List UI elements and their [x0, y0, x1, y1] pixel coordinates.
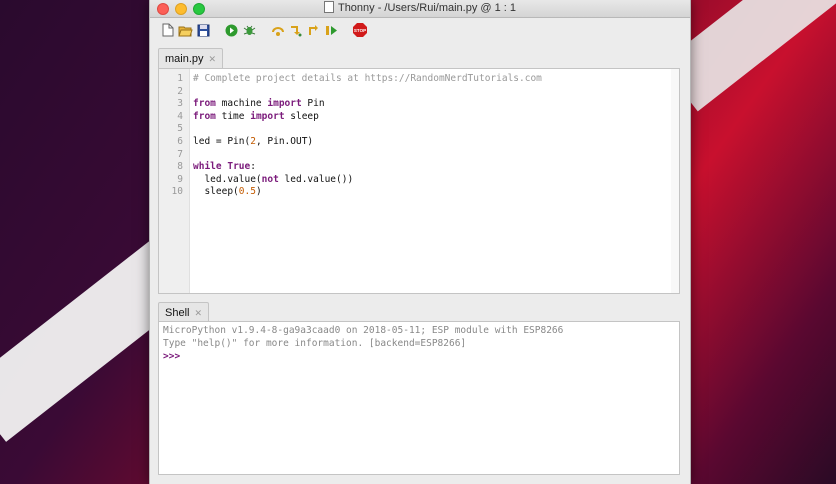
code-line[interactable]: while True:	[193, 161, 679, 174]
code-area[interactable]: # Complete project details at https://Ra…	[193, 73, 679, 199]
step-over-icon	[271, 26, 284, 36]
code-line[interactable]: led.value(not led.value())	[193, 174, 679, 187]
maximize-window-button[interactable]	[193, 3, 205, 15]
document-icon	[323, 1, 334, 13]
save-file-button[interactable]	[196, 23, 211, 38]
stop-button[interactable]: STOP	[352, 23, 367, 38]
stop-icon: STOP	[352, 23, 367, 37]
tab-label: main.py	[165, 53, 204, 65]
step-over-button[interactable]	[270, 23, 285, 38]
open-file-button[interactable]	[178, 23, 193, 38]
resume-button[interactable]	[324, 23, 339, 38]
step-into-icon	[290, 25, 301, 36]
shell-output-line: MicroPython v1.9.4-8-ga9a3caad0 on 2018-…	[163, 325, 564, 336]
new-file-icon	[162, 23, 173, 37]
shell-panel[interactable]: MicroPython v1.9.4-8-ga9a3caad0 on 2018-…	[158, 321, 680, 475]
svg-text:STOP: STOP	[353, 28, 365, 33]
line-number: 8	[177, 161, 183, 173]
tab-main-py[interactable]: main.py ✕	[158, 48, 224, 69]
code-line[interactable]	[193, 149, 679, 162]
thonny-window: Thonny - /Users/Rui/main.py @ 1 : 1 STOP…	[149, 0, 691, 484]
line-number-gutter: 1 2 3 4 5 6 7 8 9 10	[159, 69, 190, 293]
step-into-button[interactable]	[288, 23, 303, 38]
shell-output-line: Type "help()" for more information. [bac…	[163, 338, 467, 349]
line-number: 3	[177, 98, 183, 110]
code-line[interactable]: from machine import Pin	[193, 98, 679, 111]
shell-tab-strip: Shell ✕	[158, 302, 210, 323]
title-bar[interactable]: Thonny - /Users/Rui/main.py @ 1 : 1	[150, 0, 690, 18]
editor-scrollbar[interactable]	[671, 69, 679, 293]
open-file-icon	[178, 26, 193, 36]
minimize-window-button[interactable]	[175, 3, 187, 15]
code-line[interactable]: # Complete project details at https://Ra…	[193, 73, 679, 86]
window-controls	[157, 3, 205, 15]
window-title: Thonny - /Users/Rui/main.py @ 1 : 1	[337, 2, 517, 14]
line-number: 2	[177, 85, 183, 97]
run-icon	[225, 24, 238, 36]
save-file-icon	[197, 24, 210, 36]
debug-icon	[243, 25, 256, 35]
step-out-button[interactable]	[306, 23, 321, 38]
code-editor[interactable]: 1 2 3 4 5 6 7 8 9 10 # Complete project details a…	[158, 68, 680, 294]
code-line[interactable]	[193, 123, 679, 136]
line-number: 10	[171, 186, 183, 198]
line-number: 6	[177, 135, 183, 147]
tab-shell[interactable]: Shell ✕	[158, 302, 210, 323]
code-line[interactable]: from time import sleep	[193, 111, 679, 124]
tab-label: Shell	[165, 307, 190, 319]
shell-prompt[interactable]: >>>	[159, 350, 679, 363]
new-file-button[interactable]	[160, 23, 175, 38]
code-line[interactable]	[193, 86, 679, 99]
line-number: 9	[177, 173, 183, 185]
code-line[interactable]: sleep(0.5)	[193, 186, 679, 199]
run-button[interactable]	[224, 23, 239, 38]
editor-tab-strip: main.py ✕	[158, 48, 224, 69]
close-window-button[interactable]	[157, 3, 169, 15]
close-tab-icon[interactable]: ✕	[194, 308, 202, 318]
line-number: 4	[177, 110, 183, 122]
toolbar: STOP	[150, 18, 690, 42]
line-number: 5	[177, 123, 183, 135]
close-tab-icon[interactable]: ✕	[209, 54, 217, 64]
code-line[interactable]: led = Pin(2, Pin.OUT)	[193, 136, 679, 149]
line-number: 1	[177, 73, 183, 84]
line-number: 7	[177, 148, 183, 160]
resume-icon	[325, 25, 337, 35]
step-out-icon	[308, 24, 318, 35]
debug-button[interactable]	[242, 23, 257, 38]
